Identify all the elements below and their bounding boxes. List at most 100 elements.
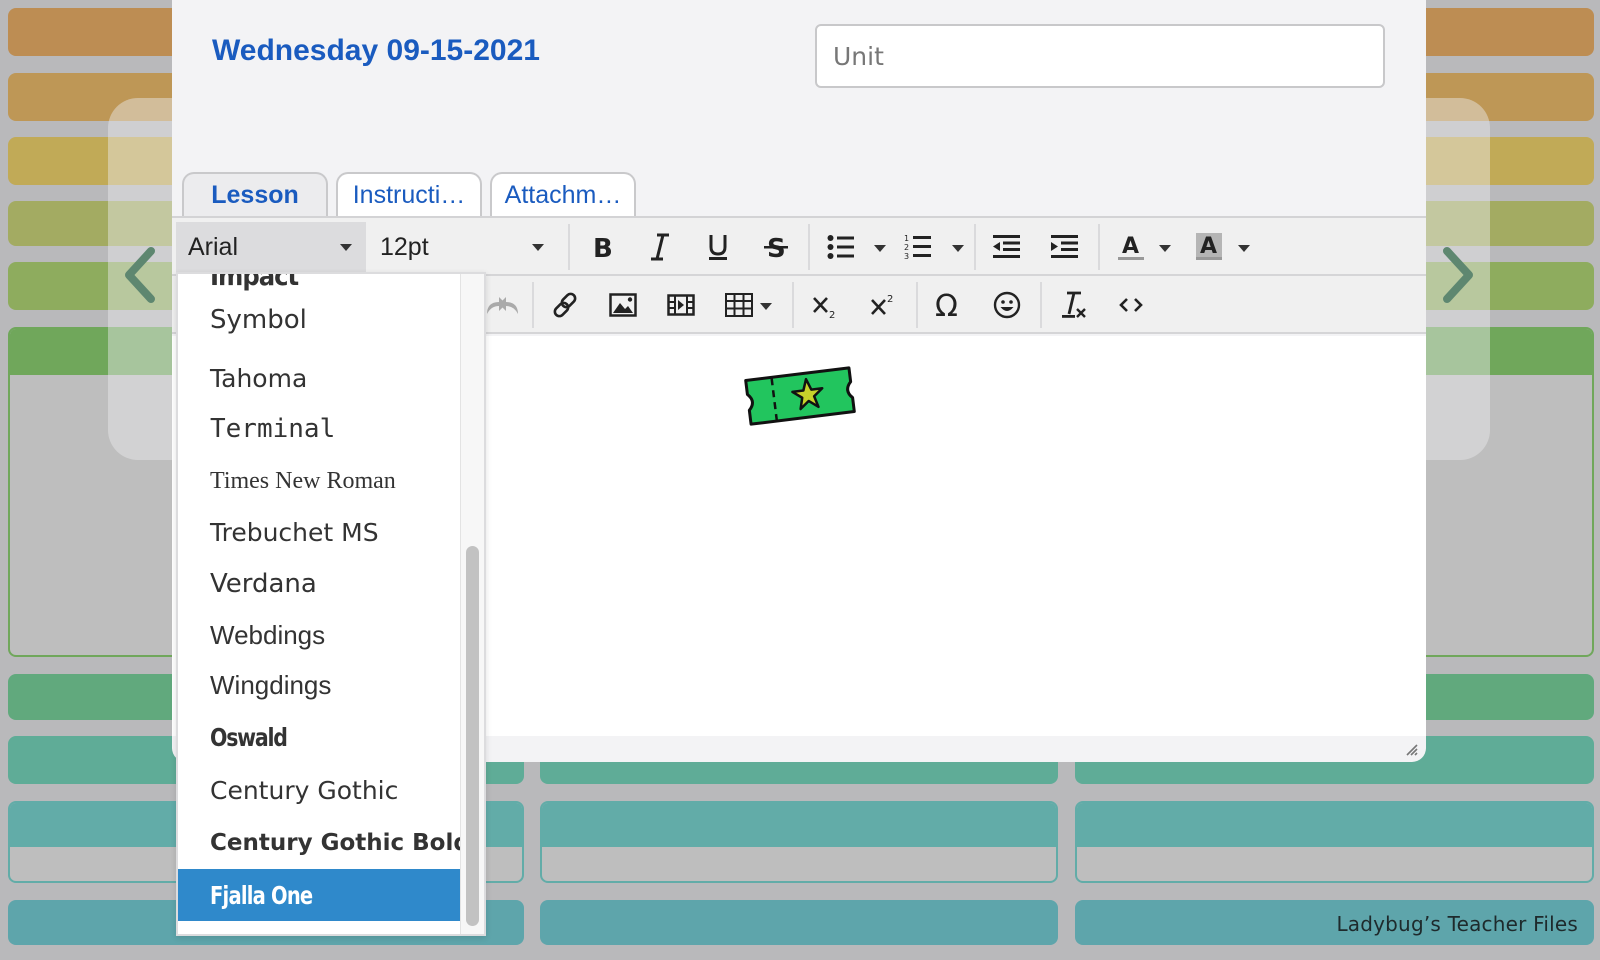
font-option-trebuchet[interactable]: Trebuchet MS [178,506,462,558]
outdent-icon [993,235,1020,258]
indent-icon [1051,235,1078,258]
tab-lesson[interactable]: Lesson [182,172,328,217]
source-code-button[interactable] [1108,282,1154,328]
bullet-list-button[interactable] [818,224,864,270]
strikethrough-button[interactable]: S [753,224,799,270]
indent-button[interactable] [1042,224,1088,270]
unit-input[interactable] [815,24,1385,88]
redo-icon [487,297,506,314]
font-option-oswald[interactable]: Oswald [178,711,462,763]
svg-text:3: 3 [904,252,909,261]
emoticons-button[interactable] [984,282,1030,328]
font-option-label: Trebuchet MS [210,517,379,547]
bold-icon: B [593,234,613,260]
font-option-tahoma[interactable]: Tahoma [178,352,462,404]
table-dropdown-caret[interactable] [760,303,772,310]
font-family-select[interactable]: Arial [176,222,366,272]
font-option-label: Times New Roman [210,467,396,494]
font-option-label: Century Gothic Bold [210,830,470,856]
outdent-button[interactable] [984,224,1030,270]
superscript-icon: 2 [871,294,893,315]
numbered-list-button[interactable]: 123 [895,224,941,270]
font-option-label: Impact [210,272,299,292]
font-option-verdana[interactable]: Verdana [178,558,462,610]
media-icon [667,294,695,316]
subscript-icon: 2 [813,297,835,319]
font-size-select[interactable]: 12pt [368,222,558,272]
image-button[interactable] [600,282,646,328]
clear-formatting-button[interactable] [1050,282,1096,328]
tab-label: Attachm… [504,181,622,209]
toolbar-separator [792,282,794,328]
watermark-text: Ladybug’s Teacher Files [1336,912,1578,936]
font-option-label: Webdings [210,619,326,650]
link-icon [553,292,577,318]
font-option-label: Symbol [210,305,307,335]
font-family-value: Arial [188,232,239,261]
svg-text:2: 2 [904,243,909,252]
font-option-wingdings[interactable]: Wingdings [178,659,462,711]
tab-label: Instructi… [352,181,466,209]
font-option-fjalla[interactable]: Fjalla One [178,869,462,921]
resize-handle-icon[interactable] [1404,742,1418,756]
page-title: Wednesday 09-15-2021 [212,34,540,67]
font-option-webdings[interactable]: Webdings [178,609,462,661]
underline-icon [709,235,727,260]
background-color-icon: A [1196,233,1222,260]
toolbar-separator [568,224,570,270]
background-color-button[interactable]: A [1186,224,1232,270]
font-option-label: Verdana [210,569,317,599]
font-option-terminal[interactable]: Terminal [178,403,462,455]
italic-button[interactable] [637,224,683,270]
next-arrow-button[interactable] [1438,240,1478,310]
font-size-value: 12pt [380,232,429,261]
text-color-button[interactable]: A [1108,224,1154,270]
numbered-list-icon: 123 [904,234,931,261]
special-character-button[interactable]: Ω [926,282,972,328]
toolbar-separator [532,282,534,328]
toolbar-separator [974,224,976,270]
subscript-button[interactable]: 2 [802,282,848,328]
numbered-list-dropdown-caret[interactable] [952,245,964,252]
toolbar-separator [1098,224,1100,270]
bullet-list-icon [827,235,854,259]
dropdown-scrollbar-thumb[interactable] [466,546,479,926]
clear-formatting-icon [1062,291,1086,318]
text-color-icon: A [1118,234,1144,260]
bold-button[interactable]: B [579,224,625,270]
table-button[interactable] [716,282,762,328]
svg-text:2: 2 [887,294,893,305]
code-icon [1119,298,1143,312]
svg-text:Ω: Ω [935,290,958,320]
background-color-dropdown-caret[interactable] [1238,245,1250,252]
font-option-label: Tahoma [210,363,308,393]
tab-instructions[interactable]: Instructi… [336,172,482,217]
bg-row-9-col2 [540,900,1058,945]
tab-attachments[interactable]: Attachm… [490,172,636,217]
omega-icon: Ω [935,290,958,320]
font-option-label: Century Gothic [210,775,399,805]
image-icon [609,293,637,317]
underline-button[interactable] [695,224,741,270]
svg-text:B: B [593,234,613,260]
text-color-dropdown-caret[interactable] [1159,245,1171,252]
superscript-button[interactable]: 2 [860,282,906,328]
chevron-down-icon [340,244,352,251]
font-option-century-bold[interactable]: Century Gothic Bold [178,817,470,869]
font-option-symbol[interactable]: Symbol [178,294,462,346]
tab-label: Lesson [211,181,299,209]
media-button[interactable] [658,282,704,328]
svg-text:1: 1 [904,234,909,243]
bg-card-col2 [540,801,1058,883]
font-option-times[interactable]: Times New Roman [178,455,462,507]
font-family-dropdown: Impact Symbol Tahoma Terminal Times New Roma… [176,272,486,936]
bullet-list-dropdown-caret[interactable] [874,245,886,252]
font-option-label: Oswald [210,722,288,752]
font-option-century[interactable]: Century Gothic [178,764,462,816]
prev-arrow-button[interactable] [120,240,160,310]
ticket-star-image[interactable] [744,362,856,430]
dropdown-scrollbar[interactable] [460,274,484,934]
smiley-icon [993,291,1021,319]
svg-text:2: 2 [829,310,835,319]
link-button[interactable] [542,282,588,328]
